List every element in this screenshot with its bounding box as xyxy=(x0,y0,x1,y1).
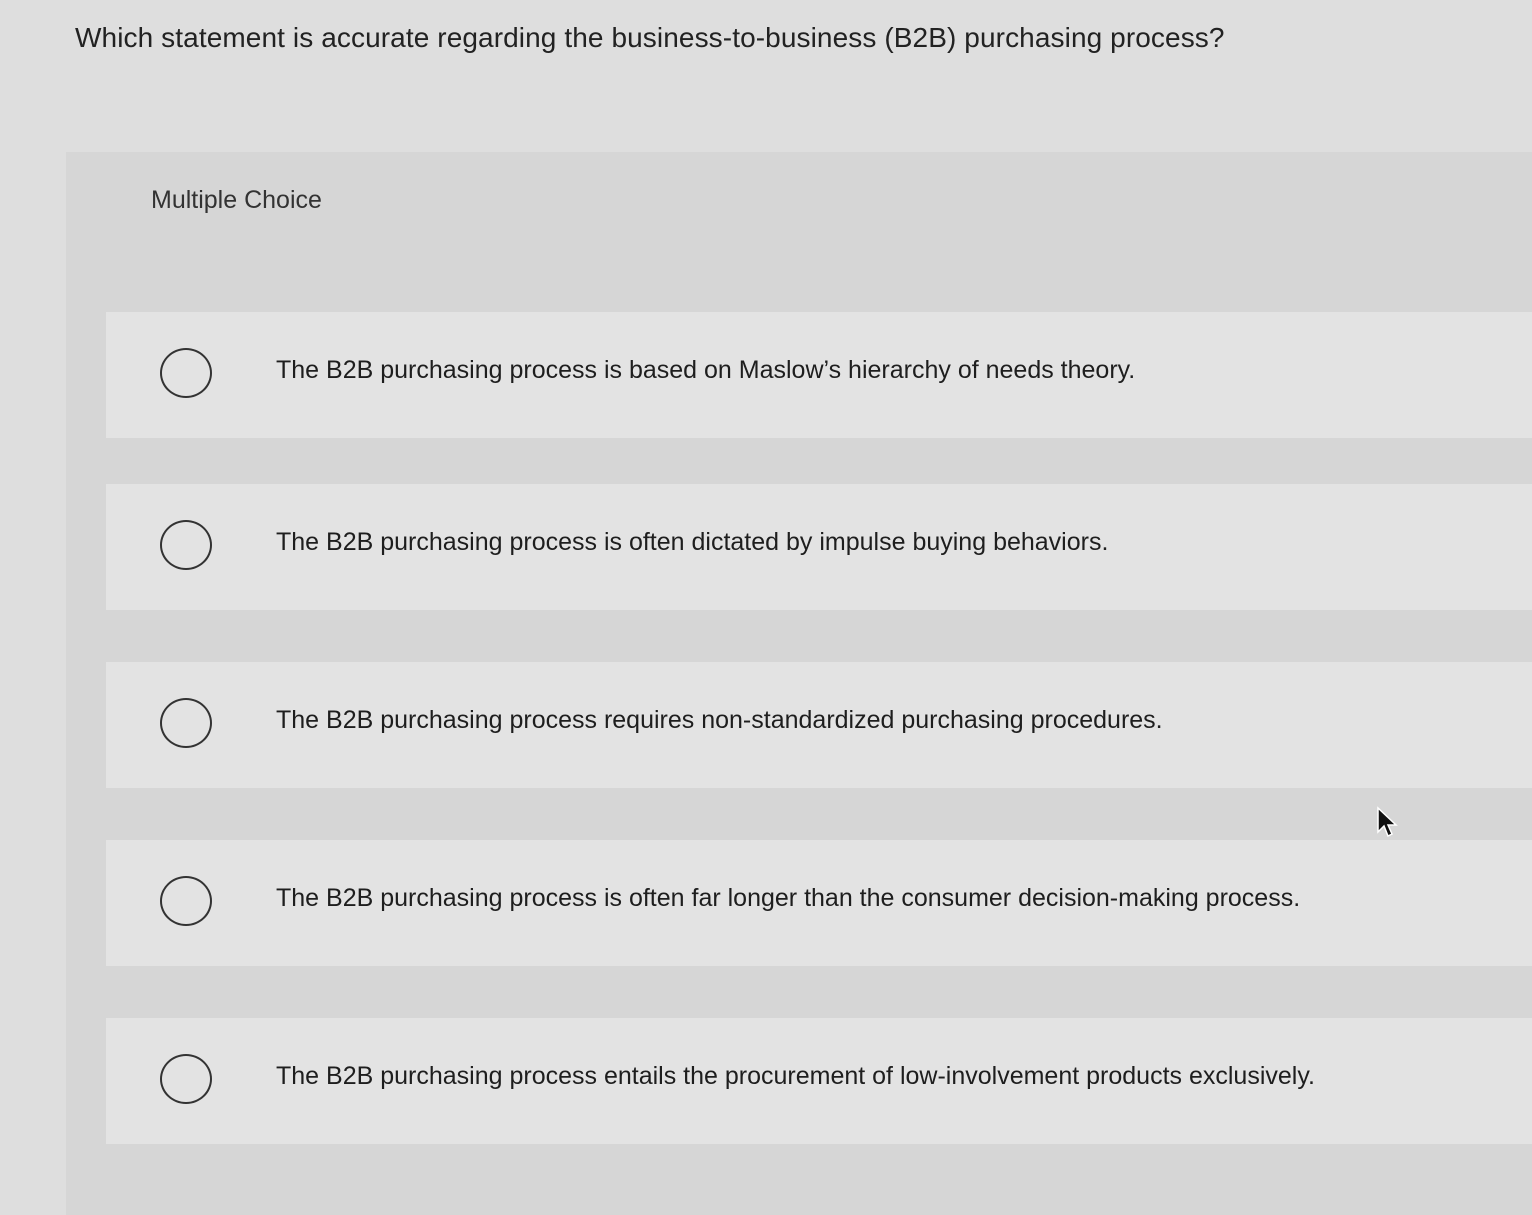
choice-option-1[interactable]: The B2B purchasing process is based on M… xyxy=(106,312,1532,438)
choice-option-5[interactable]: The B2B purchasing process entails the p… xyxy=(106,1018,1532,1144)
choice-option-2[interactable]: The B2B purchasing process is often dict… xyxy=(106,484,1532,610)
choice-label[interactable]: The B2B purchasing process is based on M… xyxy=(276,356,1135,385)
choice-label[interactable]: The B2B purchasing process requires non-… xyxy=(276,706,1163,735)
choice-option-4[interactable]: The B2B purchasing process is often far … xyxy=(106,840,1532,966)
radio-button-unchecked-icon[interactable] xyxy=(160,698,212,748)
radio-button-unchecked-icon[interactable] xyxy=(160,348,212,398)
radio-button-unchecked-icon[interactable] xyxy=(160,520,212,570)
choice-option-3[interactable]: The B2B purchasing process requires non-… xyxy=(106,662,1532,788)
choice-label[interactable]: The B2B purchasing process is often dict… xyxy=(276,528,1108,557)
mouse-pointer-icon xyxy=(1377,806,1398,838)
choice-label[interactable]: The B2B purchasing process is often far … xyxy=(276,884,1300,913)
radio-button-unchecked-icon[interactable] xyxy=(160,1054,212,1104)
choice-label[interactable]: The B2B purchasing process entails the p… xyxy=(276,1062,1315,1091)
multiple-choice-panel: Multiple Choice The B2B purchasing proce… xyxy=(66,152,1532,1215)
choice-list: The B2B purchasing process is based on M… xyxy=(66,152,1532,1215)
question-text: Which statement is accurate regarding th… xyxy=(75,22,1225,53)
radio-button-unchecked-icon[interactable] xyxy=(160,876,212,926)
